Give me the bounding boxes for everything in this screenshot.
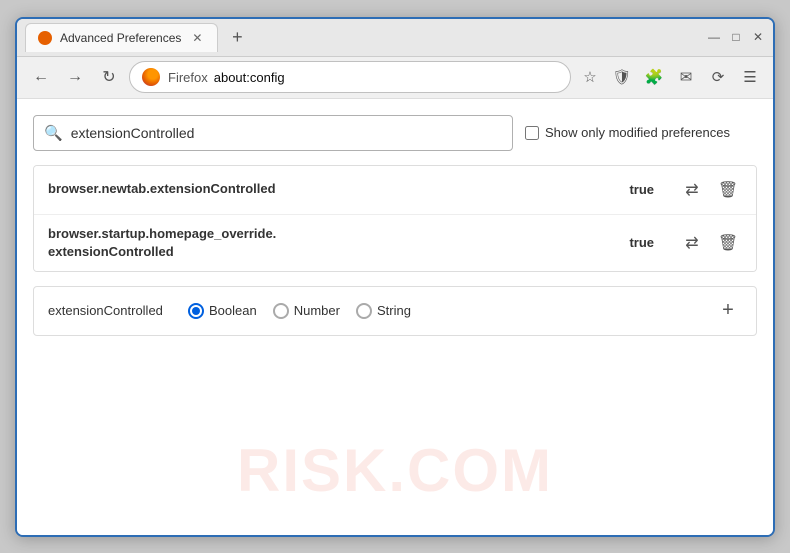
sync-icon[interactable]: ⟳: [705, 64, 731, 90]
bookmark-icon[interactable]: ☆: [577, 64, 603, 90]
back-button[interactable]: ←: [27, 63, 55, 91]
radio-circle-boolean: [188, 303, 204, 319]
radio-label-string: String: [377, 303, 411, 318]
extension-icon[interactable]: 🧩: [641, 64, 667, 90]
maximize-button[interactable]: □: [729, 30, 743, 44]
preference-search-wrap[interactable]: 🔍: [33, 115, 513, 151]
add-pref-row: extensionControlled Boolean Number Strin…: [33, 286, 757, 336]
shield-icon[interactable]: 🛡: [609, 64, 635, 90]
address-bar[interactable]: Firefox about:config: [129, 61, 571, 93]
swap-button-2[interactable]: ⇄: [678, 229, 706, 257]
radio-label-number: Number: [294, 303, 340, 318]
browser-toolbar: ← → ↻ Firefox about:config ☆ 🛡 🧩 ✉ ⟳ ☰: [17, 57, 773, 99]
search-input[interactable]: [71, 125, 502, 141]
radio-boolean[interactable]: Boolean: [188, 303, 257, 319]
row-actions-2: ⇄ 🗑: [678, 229, 742, 257]
toolbar-icons: ☆ 🛡 🧩 ✉ ⟳ ☰: [577, 64, 763, 90]
pref-name-2: browser.startup.homepage_override.extens…: [48, 225, 617, 261]
profile-icon[interactable]: ✉: [673, 64, 699, 90]
pref-name-1: browser.newtab.extensionControlled: [48, 180, 617, 198]
tab-favicon-icon: [38, 31, 52, 45]
firefox-logo-icon: [142, 68, 160, 86]
table-row[interactable]: browser.newtab.extensionControlled true …: [34, 166, 756, 215]
forward-button[interactable]: →: [61, 63, 89, 91]
tab-title: Advanced Preferences: [60, 31, 181, 45]
radio-number[interactable]: Number: [273, 303, 340, 319]
radio-label-boolean: Boolean: [209, 303, 257, 318]
radio-circle-string: [356, 303, 372, 319]
new-tab-button[interactable]: +: [224, 24, 250, 50]
search-icon: 🔍: [44, 124, 63, 142]
minimize-button[interactable]: —: [707, 30, 721, 44]
radio-string[interactable]: String: [356, 303, 411, 319]
browser-name-label: Firefox: [168, 70, 208, 85]
add-pref-button[interactable]: +: [714, 297, 742, 325]
row-actions-1: ⇄ 🗑: [678, 176, 742, 204]
reload-button[interactable]: ↻: [95, 63, 123, 91]
watermark-text: RISK.COM: [237, 436, 553, 505]
close-button[interactable]: ✕: [751, 30, 765, 44]
type-radio-group: Boolean Number String: [188, 303, 704, 319]
page-content: RISK.COM 🔍 Show only modified preference…: [17, 99, 773, 535]
browser-window: Advanced Preferences ✕ + — □ ✕ ← → ↻ Fir…: [15, 17, 775, 537]
radio-circle-number: [273, 303, 289, 319]
menu-icon[interactable]: ☰: [737, 64, 763, 90]
delete-button-2[interactable]: 🗑: [714, 229, 742, 257]
address-url-label: about:config: [214, 70, 285, 85]
window-controls: — □ ✕: [707, 30, 765, 44]
tab-close-button[interactable]: ✕: [189, 30, 205, 46]
pref-value-2: true: [629, 235, 654, 250]
pref-value-1: true: [629, 182, 654, 197]
show-modified-checkbox[interactable]: [525, 126, 539, 140]
search-bar: 🔍 Show only modified preferences: [33, 115, 757, 151]
show-modified-label[interactable]: Show only modified preferences: [525, 125, 730, 140]
table-row[interactable]: browser.startup.homepage_override.extens…: [34, 215, 756, 271]
address-text: Firefox about:config: [168, 70, 285, 85]
browser-tab[interactable]: Advanced Preferences ✕: [25, 23, 218, 52]
results-table: browser.newtab.extensionControlled true …: [33, 165, 757, 272]
show-modified-text: Show only modified preferences: [545, 125, 730, 140]
delete-button-1[interactable]: 🗑: [714, 176, 742, 204]
swap-button-1[interactable]: ⇄: [678, 176, 706, 204]
title-bar: Advanced Preferences ✕ + — □ ✕: [17, 19, 773, 57]
add-pref-name: extensionControlled: [48, 303, 178, 318]
